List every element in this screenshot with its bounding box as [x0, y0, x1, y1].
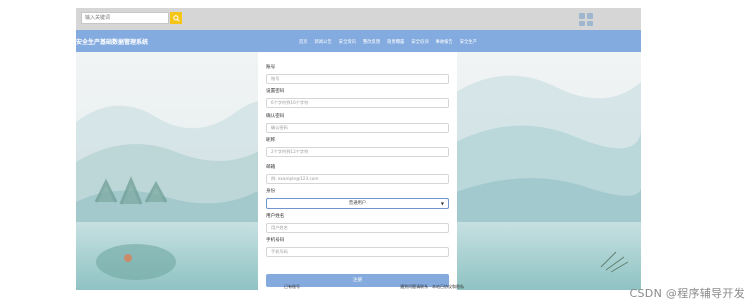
nav-item-news[interactable]: 新闻公告: [315, 39, 332, 45]
password-label: 设置密码: [266, 89, 285, 94]
navbar: 安全生产基础数据管理系统 首页 新闻公告 安全资讯 整改反馈 隐患曝露 安全培训…: [76, 30, 641, 52]
account-input[interactable]: 账号: [266, 74, 449, 84]
watermark: CSDN @程序辅导开发: [629, 287, 745, 300]
nickname-label: 昵称: [266, 138, 276, 143]
nav-item-rectification[interactable]: 整改反馈: [363, 39, 380, 45]
login-link[interactable]: 已有账号: [284, 284, 300, 290]
field-real-name: 用户姓名 用户姓名: [266, 214, 449, 233]
field-phone: 手机号码 手机号码: [266, 238, 449, 257]
field-account: 账号 账号: [266, 65, 449, 84]
qr-code-icon[interactable]: [579, 13, 593, 26]
phone-label: 手机号码: [266, 238, 285, 243]
nav-item-home[interactable]: 首页: [299, 39, 308, 45]
phone-input[interactable]: 手机号码: [266, 247, 449, 257]
main-nav: 首页 新闻公告 安全资讯 整改反馈 隐患曝露 安全培训 事故报告 安全生产: [299, 39, 477, 45]
confirm-password-input[interactable]: 确认密码: [266, 123, 449, 133]
top-bar: [76, 8, 641, 30]
email-label: 邮箱: [266, 165, 276, 170]
password-input[interactable]: 6个字符到16个字符: [266, 98, 449, 108]
search-input[interactable]: [81, 12, 169, 24]
caret-down-icon: ▼: [440, 201, 444, 206]
field-role: 身份 普通用户 ▼: [266, 189, 449, 209]
real-name-input[interactable]: 用户姓名: [266, 223, 449, 233]
site-title: 安全生产基础数据管理系统: [76, 39, 149, 46]
nav-item-production[interactable]: 安全生产: [460, 39, 477, 45]
email-input[interactable]: 例: example@123.com: [266, 174, 449, 184]
field-confirm-password: 确认密码 确认密码: [266, 114, 449, 133]
role-select[interactable]: 普通用户 ▼: [266, 198, 449, 209]
account-label: 账号: [266, 65, 276, 70]
nickname-input[interactable]: 2个字符到12个字符: [266, 147, 449, 157]
register-form: 账号 账号 设置密码 6个字符到16个字符 确认密码 确认密码 昵称 2个字符到…: [258, 52, 457, 290]
nav-item-training[interactable]: 安全培训: [411, 39, 428, 45]
role-label: 身份: [266, 189, 276, 194]
confirm-password-label: 确认密码: [266, 114, 285, 119]
real-name-label: 用户姓名: [266, 214, 285, 219]
help-text[interactable]: 遇到问题请联系 · 本站已协议和隐私: [400, 284, 464, 290]
field-email: 邮箱 例: example@123.com: [266, 165, 449, 184]
search-button[interactable]: [170, 12, 182, 24]
nav-item-hazards[interactable]: 隐患曝露: [387, 39, 404, 45]
search-icon: [172, 14, 180, 22]
field-nickname: 昵称 2个字符到12个字符: [266, 138, 449, 157]
nav-item-safety-info[interactable]: 安全资讯: [339, 39, 356, 45]
bottom-links: 已有账号 遇到问题请联系 · 本站已协议和隐私: [284, 284, 464, 290]
nav-item-accident-report[interactable]: 事故报告: [436, 39, 453, 45]
role-select-value: 普通用户: [348, 201, 367, 206]
field-password: 设置密码 6个字符到16个字符: [266, 89, 449, 108]
app-frame: 安全生产基础数据管理系统 首页 新闻公告 安全资讯 整改反馈 隐患曝露 安全培训…: [76, 8, 641, 290]
